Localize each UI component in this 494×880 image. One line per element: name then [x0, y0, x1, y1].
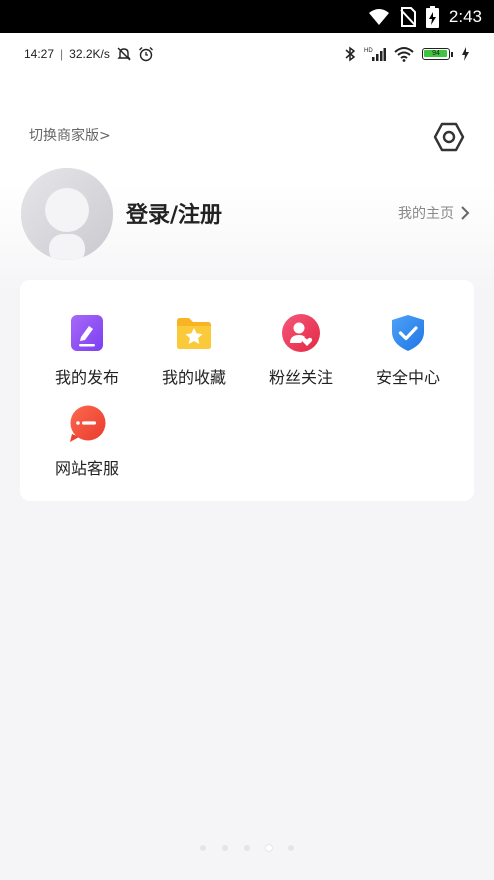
- menu-item-customer-service[interactable]: 网站客服: [33, 404, 141, 486]
- status-separator: |: [60, 47, 64, 61]
- page-dot: [222, 845, 228, 851]
- no-sim-icon: [400, 6, 416, 27]
- shield-check-icon: [392, 315, 424, 351]
- folder-star-icon: [177, 318, 211, 349]
- menu-item-security-center[interactable]: 安全中心: [354, 313, 462, 395]
- device-status-row: 14:27 | 32.2K/s HD 94: [24, 44, 470, 64]
- edit-icon: [71, 315, 103, 351]
- function-card: 我的发布 我的收藏 粉丝关注 安全中心 网站客服: [20, 280, 474, 501]
- network-speed: 32.2K/s: [69, 47, 110, 61]
- menu-item-my-posts[interactable]: 我的发布: [33, 313, 141, 395]
- menu-label-my-posts: 我的发布: [54, 368, 119, 387]
- chat-icon: [70, 405, 106, 442]
- system-time: 2:43: [448, 6, 482, 26]
- menu-label-fans-follow: 粉丝关注: [268, 368, 333, 387]
- wifi-signal-icon: [394, 47, 414, 62]
- page-dot-active: [266, 845, 272, 851]
- page-dot: [288, 845, 294, 851]
- switch-merchant-link[interactable]: 切换商家版>: [29, 125, 111, 145]
- chevron-right-icon: [461, 206, 470, 220]
- page-indicator: [0, 845, 494, 851]
- hd-signal-icon: HD: [364, 48, 386, 61]
- system-status-bar: 2:43: [0, 0, 494, 33]
- default-avatar-icon: [21, 168, 113, 260]
- menu-item-fans-follow[interactable]: 粉丝关注: [247, 313, 355, 395]
- status-time: 14:27: [24, 47, 55, 61]
- alarm-clock-icon: [138, 47, 153, 62]
- battery-indicator: 94: [422, 48, 453, 60]
- svg-text:HD: HD: [364, 48, 373, 54]
- bluetooth-icon: [345, 46, 356, 62]
- login-register-button[interactable]: 登录/注册: [126, 197, 222, 229]
- menu-item-my-favorites[interactable]: 我的收藏: [140, 313, 248, 395]
- mute-bell-icon: [117, 47, 131, 61]
- menu-label-customer-service: 网站客服: [54, 459, 119, 478]
- charging-bolt-icon: [462, 47, 469, 61]
- battery-level: 94: [432, 50, 440, 57]
- my-homepage-label: 我的主页: [398, 206, 454, 222]
- settings-hex-icon[interactable]: [433, 121, 465, 153]
- wifi-icon: [368, 8, 389, 25]
- fans-icon: [282, 314, 320, 352]
- menu-label-security-center: 安全中心: [375, 368, 440, 387]
- menu-label-my-favorites: 我的收藏: [161, 368, 226, 387]
- profile-page: 14:27 | 32.2K/s HD 94 切换商家版> 登录/注册 我的主页 …: [0, 33, 494, 880]
- page-dot: [200, 845, 206, 851]
- battery-charging-icon: [425, 5, 439, 28]
- avatar[interactable]: [21, 168, 113, 260]
- my-homepage-link[interactable]: 我的主页: [398, 203, 470, 223]
- page-dot: [244, 845, 250, 851]
